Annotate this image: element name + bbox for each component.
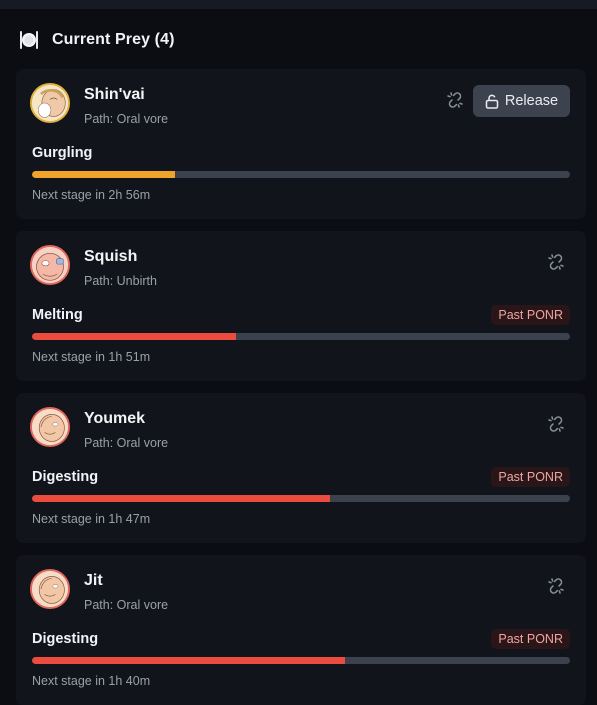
broken-link-icon[interactable] bbox=[547, 253, 565, 271]
stage-label: Gurgling bbox=[32, 145, 93, 161]
prey-path: Path: Oral vore bbox=[84, 598, 169, 612]
avatar[interactable] bbox=[30, 83, 70, 123]
stage-progress-fill bbox=[32, 333, 237, 340]
stage-label: Digesting bbox=[32, 469, 99, 485]
next-stage-timer: Next stage in 1h 51m bbox=[32, 350, 151, 364]
prey-card: Shin'vai Path: Oral vore Release Gurglin… bbox=[16, 69, 586, 219]
character-portrait-icon bbox=[32, 247, 68, 283]
avatar[interactable] bbox=[30, 569, 70, 609]
prey-path: Path: Oral vore bbox=[84, 112, 169, 126]
stage-label: Digesting bbox=[32, 631, 99, 647]
broken-link-icon[interactable] bbox=[547, 415, 565, 433]
avatar[interactable] bbox=[30, 407, 70, 447]
prey-card: Youmek Path: Oral vore Digesting Past PO… bbox=[16, 393, 586, 543]
prey-name: Jit bbox=[84, 572, 103, 589]
prey-name: Youmek bbox=[84, 410, 146, 427]
past-ponr-badge: Past PONR bbox=[491, 629, 570, 649]
next-stage-timer: Next stage in 1h 47m bbox=[32, 512, 151, 526]
stage-progress-bar bbox=[32, 657, 570, 664]
broken-link-icon[interactable] bbox=[446, 91, 464, 109]
stage-progress-fill bbox=[32, 495, 330, 502]
section-header: Current Prey (4) bbox=[18, 28, 175, 52]
stage-progress-bar bbox=[32, 495, 570, 502]
release-label: Release bbox=[504, 93, 559, 109]
stage-progress-bar bbox=[32, 333, 570, 340]
top-bar bbox=[0, 0, 597, 9]
stage-progress-bar bbox=[32, 171, 570, 178]
character-portrait-icon bbox=[32, 571, 68, 607]
prey-name: Shin'vai bbox=[84, 86, 145, 103]
character-portrait-icon bbox=[32, 85, 68, 121]
broken-link-icon[interactable] bbox=[547, 577, 565, 595]
past-ponr-badge: Past PONR bbox=[491, 305, 570, 325]
plate-cutlery-icon bbox=[20, 31, 38, 49]
stage-progress-fill bbox=[32, 657, 346, 664]
prey-path: Path: Unbirth bbox=[84, 274, 157, 288]
next-stage-timer: Next stage in 2h 56m bbox=[32, 188, 151, 202]
page-title: Current Prey (4) bbox=[52, 31, 175, 48]
next-stage-timer: Next stage in 1h 40m bbox=[32, 674, 151, 688]
avatar[interactable] bbox=[30, 245, 70, 285]
stage-label: Melting bbox=[32, 307, 83, 323]
release-button[interactable]: Release bbox=[473, 85, 570, 117]
character-portrait-icon bbox=[32, 409, 68, 445]
unlock-icon bbox=[485, 94, 499, 109]
prey-name: Squish bbox=[84, 248, 138, 265]
past-ponr-badge: Past PONR bbox=[491, 467, 570, 487]
stage-progress-fill bbox=[32, 171, 175, 178]
prey-card: Squish Path: Unbirth Melting Past PONR N… bbox=[16, 231, 586, 381]
prey-path: Path: Oral vore bbox=[84, 436, 169, 450]
prey-card: Jit Path: Oral vore Digesting Past PONR … bbox=[16, 555, 586, 705]
